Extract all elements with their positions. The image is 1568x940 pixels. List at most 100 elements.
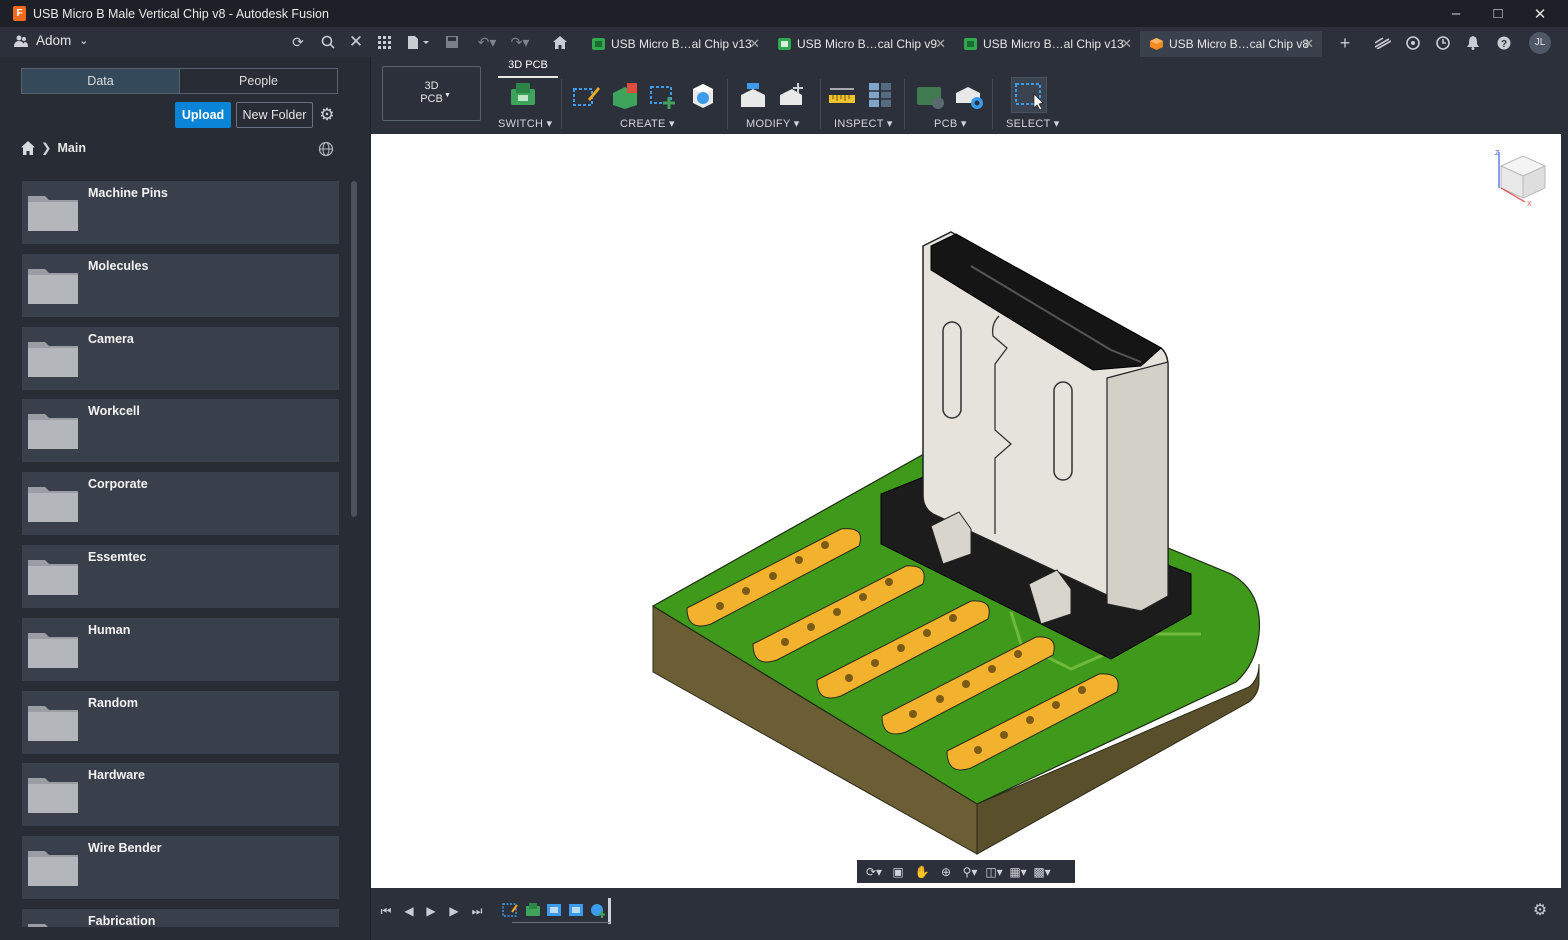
- document-tab[interactable]: USB Micro B…al Chip v13 ✕: [582, 31, 768, 57]
- sketch-icon[interactable]: [570, 79, 602, 111]
- document-tab[interactable]: USB Micro B…cal Chip v9 ✕: [768, 31, 954, 57]
- home-icon[interactable]: [21, 140, 35, 155]
- folder-name: Wire Bender: [88, 841, 162, 856]
- select-group-label[interactable]: SELECT ▾: [1006, 117, 1060, 130]
- file-menu-icon[interactable]: [404, 31, 432, 53]
- save-icon[interactable]: [442, 31, 462, 53]
- modify-group-label[interactable]: MODIFY ▾: [746, 117, 800, 130]
- folder-item[interactable]: Wire Bender: [22, 836, 339, 900]
- folder-item[interactable]: Molecules: [22, 253, 339, 317]
- team-selector[interactable]: Adom ⌄: [14, 33, 89, 48]
- pcb-group-label[interactable]: PCB ▾: [934, 117, 967, 130]
- move-component-icon[interactable]: [737, 79, 769, 111]
- grid-settings-icon[interactable]: ▦▾: [1007, 865, 1029, 879]
- user-avatar[interactable]: JL: [1529, 32, 1551, 54]
- inspect-group-label[interactable]: INSPECT ▾: [834, 117, 893, 130]
- new-tab-icon[interactable]: +: [1335, 33, 1355, 53]
- globe-icon[interactable]: [318, 141, 334, 157]
- data-tab[interactable]: Data: [22, 69, 179, 93]
- measure-icon[interactable]: [826, 79, 858, 111]
- folder-list-scrollbar[interactable]: [351, 181, 357, 517]
- refresh-icon[interactable]: ⟳: [288, 31, 308, 53]
- close-tab-icon[interactable]: ✕: [935, 36, 946, 52]
- document-tab[interactable]: USB Micro B…al Chip v13 ✕: [954, 31, 1140, 57]
- component-icon[interactable]: [609, 79, 641, 111]
- gear-icon[interactable]: ⚙: [317, 105, 337, 125]
- folder-item[interactable]: Machine Pins: [22, 181, 339, 244]
- minimize-icon[interactable]: –: [1434, 0, 1478, 27]
- close-icon[interactable]: ✕: [1518, 0, 1562, 27]
- breadcrumb-current[interactable]: Main: [57, 141, 85, 155]
- align-icon[interactable]: [776, 79, 808, 111]
- close-panel-icon[interactable]: ✕: [346, 31, 366, 53]
- step-back-icon[interactable]: ◀: [400, 902, 418, 920]
- folder-item[interactable]: Human: [22, 617, 339, 681]
- timeline-sketch-feature-icon[interactable]: [502, 902, 518, 918]
- pan-hand-icon[interactable]: ✋: [911, 865, 933, 879]
- upload-button[interactable]: Upload: [175, 102, 231, 128]
- close-tab-icon[interactable]: ✕: [1121, 36, 1132, 52]
- pcb-board-icon[interactable]: [914, 79, 946, 111]
- timeline: ⏮ ◀ ▶ ▶ ⏭ ⚙: [371, 888, 1568, 940]
- folder-item[interactable]: Camera: [22, 326, 339, 390]
- apps-grid-icon[interactable]: [374, 31, 394, 53]
- folder-item[interactable]: Corporate: [22, 472, 339, 536]
- extensions-icon[interactable]: [1373, 33, 1393, 53]
- go-to-end-icon[interactable]: ⏭: [468, 902, 486, 920]
- undo-icon[interactable]: ↶▾: [474, 31, 500, 53]
- workspace-switcher[interactable]: 3D PCB ▼: [382, 66, 481, 121]
- play-icon[interactable]: ▶: [422, 902, 440, 920]
- redo-icon[interactable]: ↷▾: [507, 31, 533, 53]
- svg-text:Z: Z: [1495, 150, 1500, 157]
- fit-icon[interactable]: ⚲▾: [959, 865, 981, 879]
- create-group-label[interactable]: CREATE ▾: [620, 117, 675, 130]
- active-tab-underline: [498, 76, 558, 78]
- folder-item[interactable]: Essemtec: [22, 545, 339, 608]
- pcb-model-render[interactable]: [371, 134, 1561, 888]
- outline-add-icon[interactable]: [647, 79, 679, 111]
- timeline-derive-feature-icon[interactable]: [590, 902, 606, 918]
- zoom-icon[interactable]: ⊕: [935, 865, 957, 879]
- maximize-icon[interactable]: □: [1476, 0, 1520, 27]
- switch-to-pcb-icon[interactable]: [507, 79, 539, 111]
- notifications-bell-icon[interactable]: [1463, 33, 1483, 53]
- step-forward-icon[interactable]: ▶: [445, 902, 463, 920]
- search-icon[interactable]: [318, 31, 338, 53]
- go-to-start-icon[interactable]: ⏮: [377, 902, 395, 920]
- timeline-marker[interactable]: [608, 898, 611, 924]
- close-tab-icon[interactable]: ✕: [749, 36, 760, 52]
- data-panel: Data People Upload New Folder ⚙ ❯ Main M…: [0, 57, 370, 940]
- folder-item[interactable]: Hardware: [22, 763, 339, 827]
- home-icon[interactable]: [550, 31, 570, 53]
- job-status-icon[interactable]: [1433, 33, 1453, 53]
- select-tool-highlight[interactable]: [1011, 77, 1047, 113]
- viewports-icon[interactable]: ▩▾: [1031, 865, 1053, 879]
- document-tab-label: USB Micro B…cal Chip v9: [797, 37, 938, 51]
- toolbar-tab-3d-pcb[interactable]: 3D PCB: [498, 59, 558, 77]
- 3d-viewport[interactable]: Z X: [371, 134, 1561, 888]
- timeline-body-feature-icon[interactable]: [546, 902, 562, 918]
- document-tab-active[interactable]: USB Micro B…cal Chip v8 ✕: [1140, 31, 1322, 57]
- look-at-icon[interactable]: ▣: [887, 865, 909, 879]
- timeline-settings-gear-icon[interactable]: ⚙: [1531, 902, 1549, 920]
- display-settings-icon[interactable]: ◫▾: [983, 865, 1005, 879]
- folder-item[interactable]: Fabrication: [22, 909, 339, 927]
- section-analysis-icon[interactable]: [865, 79, 897, 111]
- people-tab[interactable]: People: [179, 69, 337, 93]
- timeline-body-feature-icon[interactable]: [568, 902, 584, 918]
- new-folder-button[interactable]: New Folder: [236, 102, 313, 128]
- navigation-bar: ⟳▾ ▣ ✋ ⊕ ⚲▾ ◫▾ ▦▾ ▩▾: [857, 860, 1075, 883]
- timeline-component-feature-icon[interactable]: [525, 902, 541, 918]
- derive-body-icon[interactable]: [687, 79, 719, 111]
- toolbar-separator: [727, 79, 728, 129]
- folder-item[interactable]: Workcell: [22, 399, 339, 463]
- workspace-label-line1: 3D: [424, 80, 439, 92]
- help-icon[interactable]: ?: [1494, 33, 1514, 53]
- close-tab-icon[interactable]: ✕: [1303, 36, 1314, 52]
- orbit-icon[interactable]: ⟳▾: [863, 865, 885, 879]
- online-status-icon[interactable]: [1403, 33, 1423, 53]
- switch-group-label[interactable]: SWITCH ▾: [498, 117, 552, 130]
- view-cube-icon[interactable]: Z X: [1493, 148, 1549, 208]
- pcb-settings-icon[interactable]: [953, 79, 985, 111]
- folder-item[interactable]: Random: [22, 690, 339, 754]
